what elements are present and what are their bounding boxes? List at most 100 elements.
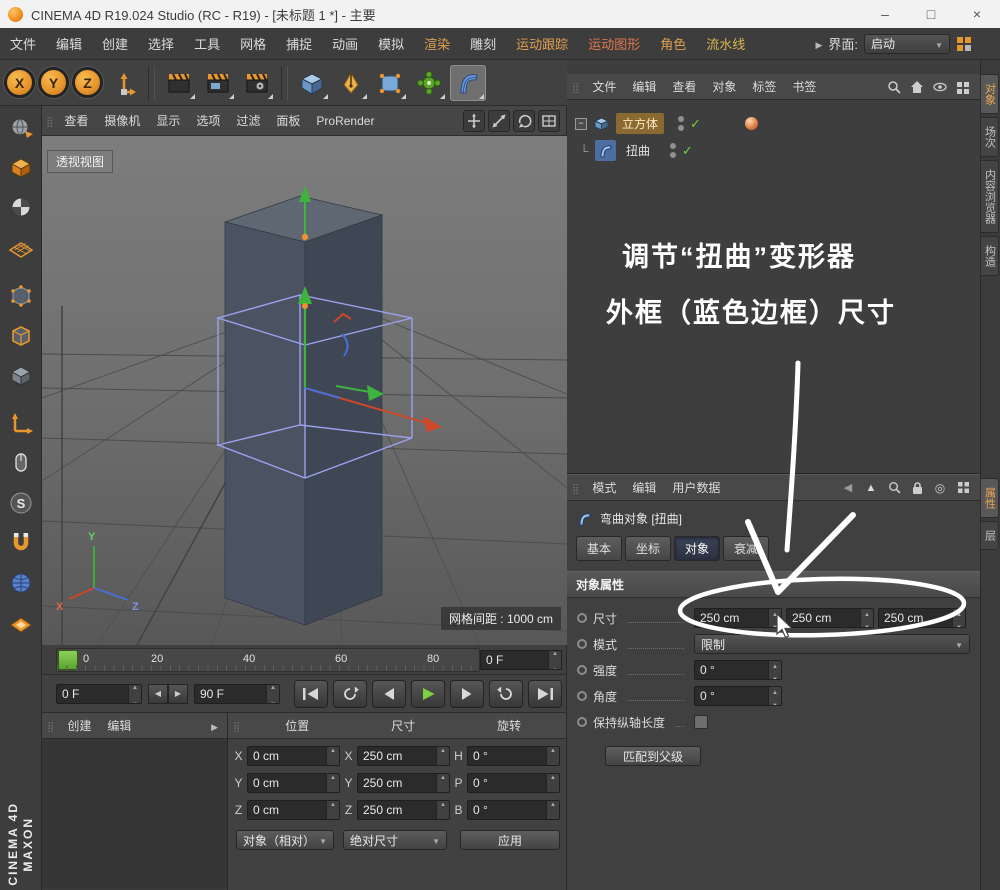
polygons-mode-button[interactable]	[2, 356, 40, 394]
menu-item[interactable]: 选择	[138, 34, 184, 53]
attribute-tab[interactable]: 衰减	[723, 536, 769, 561]
render-visibility-dot[interactable]	[670, 152, 676, 158]
target-icon[interactable]	[932, 480, 948, 496]
history-back-icon[interactable]	[840, 480, 856, 496]
axis-mode-button[interactable]	[2, 404, 40, 442]
object-manager-menu[interactable]: 书签	[784, 78, 824, 95]
layout-dropdown[interactable]: 启动	[864, 34, 950, 54]
magnet-snap-button[interactable]	[2, 524, 40, 562]
keyframe-dot-icon[interactable]	[577, 665, 587, 675]
search-icon[interactable]	[886, 480, 902, 496]
dock-tab[interactable]: 场次	[980, 117, 999, 157]
rotation-field[interactable]: 0 °	[467, 773, 560, 793]
toggle-view-icon[interactable]	[538, 110, 560, 132]
viewport-canvas[interactable]: Y Z X 透视视图 网格间距 : 1000 cm	[42, 136, 567, 645]
spin-up-icon[interactable]	[552, 650, 558, 660]
next-key-button[interactable]	[168, 684, 188, 704]
keyframe-dot-icon[interactable]	[577, 639, 587, 649]
viewport-solo-button[interactable]	[2, 444, 40, 482]
cycle-button[interactable]	[333, 680, 367, 708]
drag-handle-icon[interactable]	[572, 80, 582, 94]
primitive-cube-button[interactable]	[294, 65, 330, 101]
view-label[interactable]: 透视视图	[47, 150, 113, 173]
model-mode-button[interactable]	[2, 148, 40, 186]
dock-tab[interactable]: 对象	[980, 74, 999, 114]
cube-object[interactable]	[225, 196, 382, 625]
spline-pen-button[interactable]	[333, 65, 369, 101]
material-menu[interactable]: 编辑	[99, 717, 139, 734]
editor-visibility-dot[interactable]	[670, 143, 676, 149]
dock-tab[interactable]: 构造	[980, 236, 999, 276]
zoom-view-icon[interactable]	[488, 110, 510, 132]
menu-item[interactable]: 文件	[0, 34, 46, 53]
workplane-snap-button[interactable]	[2, 604, 40, 642]
object-manager-menu[interactable]: 查看	[664, 78, 704, 95]
axis-lock-button[interactable]: Z	[72, 67, 103, 98]
enabled-check-icon[interactable]	[690, 116, 701, 132]
timeline-scrubber[interactable]	[58, 650, 78, 670]
keyframe-dot-icon[interactable]	[577, 613, 587, 623]
menu-item[interactable]: 运动跟踪	[506, 34, 578, 53]
expand-toggle-icon[interactable]	[575, 118, 587, 130]
keep-length-checkbox[interactable]	[694, 715, 708, 729]
end-frame-field[interactable]: 90 F	[194, 684, 280, 704]
close-button[interactable]: ×	[954, 0, 1000, 28]
coordinate-system-button[interactable]	[106, 65, 142, 101]
keyframe-dot-icon[interactable]	[577, 717, 587, 727]
object-name-bend[interactable]: 扭曲	[620, 140, 656, 161]
play-cycle-button[interactable]	[489, 680, 523, 708]
attribute-tab[interactable]: 基本	[576, 536, 622, 561]
material-menu[interactable]: 创建	[59, 717, 99, 734]
rotate-view-icon[interactable]	[513, 110, 535, 132]
viewport-menu[interactable]: 选项	[188, 112, 228, 129]
attribute-menu[interactable]: 模式	[584, 479, 624, 496]
viewport-menu[interactable]: ProRender	[308, 114, 382, 128]
rotation-field[interactable]: 0 °	[467, 800, 560, 820]
up-level-icon[interactable]	[863, 480, 879, 496]
make-editable-button[interactable]	[2, 108, 40, 146]
bend-object-icon[interactable]	[595, 140, 616, 161]
render-settings-button[interactable]	[239, 65, 275, 101]
strength-field[interactable]: 0 °	[694, 660, 782, 680]
material-list[interactable]	[42, 739, 227, 889]
viewport-menu[interactable]: 查看	[56, 112, 96, 129]
generator-button[interactable]	[411, 65, 447, 101]
spin-down-icon[interactable]	[552, 660, 558, 670]
object-name-cube[interactable]: 立方体	[616, 113, 664, 134]
render-visibility-dot[interactable]	[678, 125, 684, 131]
dock-tab[interactable]: 属性	[980, 478, 999, 518]
render-view-button[interactable]	[161, 65, 197, 101]
drag-handle-icon[interactable]	[47, 719, 57, 733]
size-field[interactable]: 250 cm	[357, 800, 450, 820]
size-field[interactable]: 250 cm	[357, 746, 450, 766]
object-manager-menu[interactable]: 编辑	[624, 78, 664, 95]
menu-item[interactable]: 雕刻	[460, 34, 506, 53]
dock-tab[interactable]: 内容浏览器	[980, 160, 999, 233]
menu-item[interactable]: 动画	[322, 34, 368, 53]
workplane-mode-button[interactable]	[2, 228, 40, 266]
editor-visibility-dot[interactable]	[678, 116, 684, 122]
next-frame-button[interactable]	[450, 680, 484, 708]
previous-frame-button[interactable]	[372, 680, 406, 708]
menu-item[interactable]: 运动图形	[578, 34, 650, 53]
goto-start-button[interactable]	[294, 680, 328, 708]
snap-settings-button[interactable]: S	[2, 484, 40, 522]
menu-item[interactable]: 工具	[184, 34, 230, 53]
object-row-bend[interactable]: 扭曲	[575, 137, 980, 164]
attribute-tab[interactable]: 坐标	[625, 536, 671, 561]
search-icon[interactable]	[885, 78, 903, 96]
coordinate-mode-dropdown[interactable]: 对象（相对）	[236, 830, 334, 850]
object-manager-menu[interactable]: 标签	[744, 78, 784, 95]
apply-button[interactable]: 应用	[460, 830, 560, 850]
panel-menu-icon[interactable]	[955, 480, 971, 496]
prev-key-button[interactable]	[148, 684, 168, 704]
position-field[interactable]: 0 cm	[247, 746, 340, 766]
axis-lock-button[interactable]: Y	[38, 67, 69, 98]
menu-item[interactable]: 渲染	[414, 34, 460, 53]
render-picture-viewer-button[interactable]	[200, 65, 236, 101]
mode-dropdown[interactable]: 限制	[694, 634, 970, 654]
viewport-menu[interactable]: 摄像机	[96, 112, 148, 129]
size-field[interactable]: 250 cm	[357, 773, 450, 793]
eye-icon[interactable]	[931, 78, 949, 96]
object-row-cube[interactable]: 立方体	[575, 110, 980, 137]
